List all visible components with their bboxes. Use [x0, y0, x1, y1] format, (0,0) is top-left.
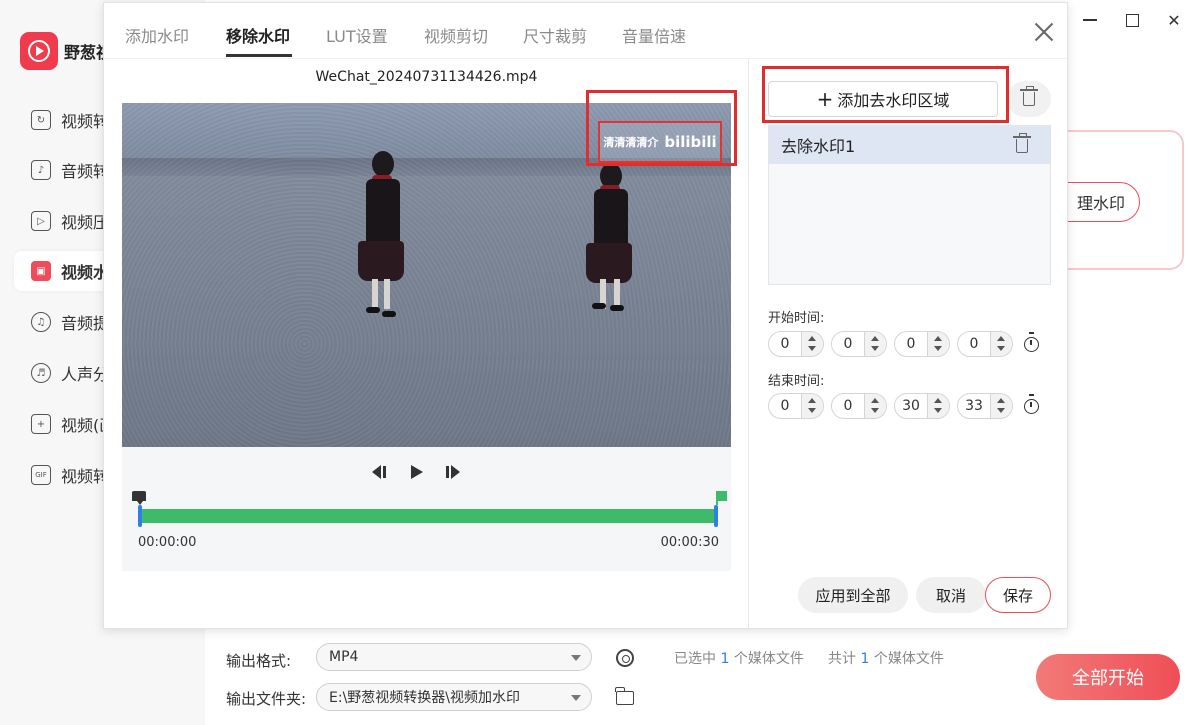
apply-to-all-button[interactable]: 应用到全部	[798, 577, 908, 613]
tab-lut-settings[interactable]: LUT设置	[326, 23, 388, 47]
trash-icon	[1020, 86, 1038, 106]
tab-volume-speed[interactable]: 音量倍速	[622, 23, 686, 47]
selected-count-text: 已选中 1 个媒体文件	[674, 651, 804, 667]
add-area-highlight-box	[762, 66, 1009, 123]
selected-count: 1	[720, 651, 730, 667]
start-second-stepper[interactable]: 0	[894, 331, 950, 357]
divider	[104, 58, 1067, 59]
removal-area-label: 去除水印1	[781, 137, 856, 156]
save-button[interactable]: 保存	[985, 577, 1051, 613]
timeline-end-handle[interactable]	[714, 505, 718, 527]
prev-frame-icon[interactable]	[372, 464, 388, 480]
stopwatch-icon[interactable]	[1024, 393, 1039, 414]
video-filename: WeChat_20240731134426.mp4	[315, 69, 538, 85]
end-time-label: 结束时间:	[768, 374, 825, 389]
video-watermark-icon: ▣	[31, 261, 51, 281]
app-logo-icon	[20, 32, 58, 70]
output-folder-label: 输出文件夹:	[226, 690, 307, 708]
watermark-highlight-box	[586, 90, 737, 166]
dialog-tabs: 添加水印 移除水印 LUT设置 视频剪切 尺寸裁剪 音量倍速	[104, 3, 1067, 58]
end-marker-icon[interactable]	[718, 491, 727, 501]
list-item[interactable]: 去除水印1	[769, 126, 1050, 164]
nav-item-label: 视频转	[61, 467, 110, 486]
nav-item-label: 视频压	[61, 213, 110, 232]
total-count: 1	[860, 651, 870, 667]
end-frame-stepper[interactable]: 33	[957, 393, 1013, 419]
start-time-label: 开始时间:	[768, 311, 825, 326]
delete-all-areas-button[interactable]	[1007, 81, 1051, 117]
chevron-down-icon	[571, 695, 581, 701]
minimize-button[interactable]	[1082, 12, 1098, 28]
tab-size-crop[interactable]: 尺寸裁剪	[523, 23, 587, 47]
start-marker-icon[interactable]	[132, 491, 146, 505]
nav-item-label: 音频转	[61, 162, 110, 181]
close-icon: ✕	[1167, 10, 1181, 30]
app-logo: 野葱视	[20, 32, 112, 70]
gif-icon: GIF	[31, 465, 51, 485]
end-time-row: 0 0 30 33	[768, 393, 1039, 419]
start-minute-stepper[interactable]: 0	[831, 331, 887, 357]
tab-video-cut[interactable]: 视频剪切	[424, 23, 488, 47]
start-time-row: 0 0 0 0	[768, 331, 1039, 357]
output-format-value: MP4	[329, 649, 359, 665]
close-window-button[interactable]: ✕	[1166, 10, 1182, 30]
nav-item-label: 视频水	[61, 263, 110, 282]
start-all-button[interactable]: 全部开始	[1036, 654, 1180, 700]
divider	[748, 59, 749, 630]
folder-icon[interactable]	[615, 687, 634, 705]
trash-icon[interactable]	[1013, 133, 1031, 153]
timeline-end-time: 00:00:30	[660, 535, 719, 550]
player-panel: 00:00:00 00:00:30	[122, 447, 731, 571]
stopwatch-icon[interactable]	[1024, 331, 1039, 352]
dialog-close-icon[interactable]	[1033, 21, 1055, 43]
timeline-track[interactable]	[138, 509, 718, 523]
play-icon[interactable]	[411, 465, 423, 479]
nav-item-label: 人声分	[61, 365, 110, 384]
audio-convert-icon: ♪	[31, 160, 51, 180]
timeline-start-time: 00:00:00	[138, 535, 197, 550]
output-format-select[interactable]: MP4	[316, 643, 592, 671]
cancel-button[interactable]: 取消	[916, 577, 986, 613]
video-convert-icon: ↻	[31, 110, 51, 130]
removal-area-list: 去除水印1	[768, 125, 1051, 285]
total-count-text: 共计 1 个媒体文件	[828, 651, 944, 667]
end-second-stepper[interactable]: 30	[894, 393, 950, 419]
nav-item-label: 音频提	[61, 314, 110, 333]
maximize-button[interactable]	[1124, 12, 1140, 28]
start-frame-stepper[interactable]: 0	[957, 331, 1013, 357]
video-pip-icon: +	[31, 414, 51, 434]
tab-add-watermark[interactable]: 添加水印	[125, 23, 189, 47]
output-format-label: 输出格式:	[226, 652, 292, 670]
nav-item-label: 视频转	[61, 112, 110, 131]
chevron-down-icon	[571, 655, 581, 661]
timeline-start-handle[interactable]	[138, 505, 142, 527]
output-folder-value: E:\野葱视频转换器\视频加水印	[329, 690, 520, 706]
end-minute-stepper[interactable]: 0	[831, 393, 887, 419]
settings-gear-icon[interactable]	[616, 649, 634, 667]
output-folder-select[interactable]: E:\野葱视频转换器\视频加水印	[316, 683, 592, 711]
next-frame-icon[interactable]	[446, 464, 462, 480]
start-hour-stepper[interactable]: 0	[768, 331, 824, 357]
active-tab-underline	[226, 54, 292, 57]
window-controls: ✕	[1082, 10, 1182, 30]
video-compress-icon: ▷	[31, 211, 51, 231]
end-hour-stepper[interactable]: 0	[768, 393, 824, 419]
voice-separate-icon: ♬	[31, 363, 51, 383]
maximize-icon	[1125, 13, 1139, 27]
audio-extract-icon: ♫	[31, 312, 51, 332]
tab-remove-watermark[interactable]: 移除水印	[226, 23, 290, 47]
minimize-icon	[1083, 19, 1097, 21]
